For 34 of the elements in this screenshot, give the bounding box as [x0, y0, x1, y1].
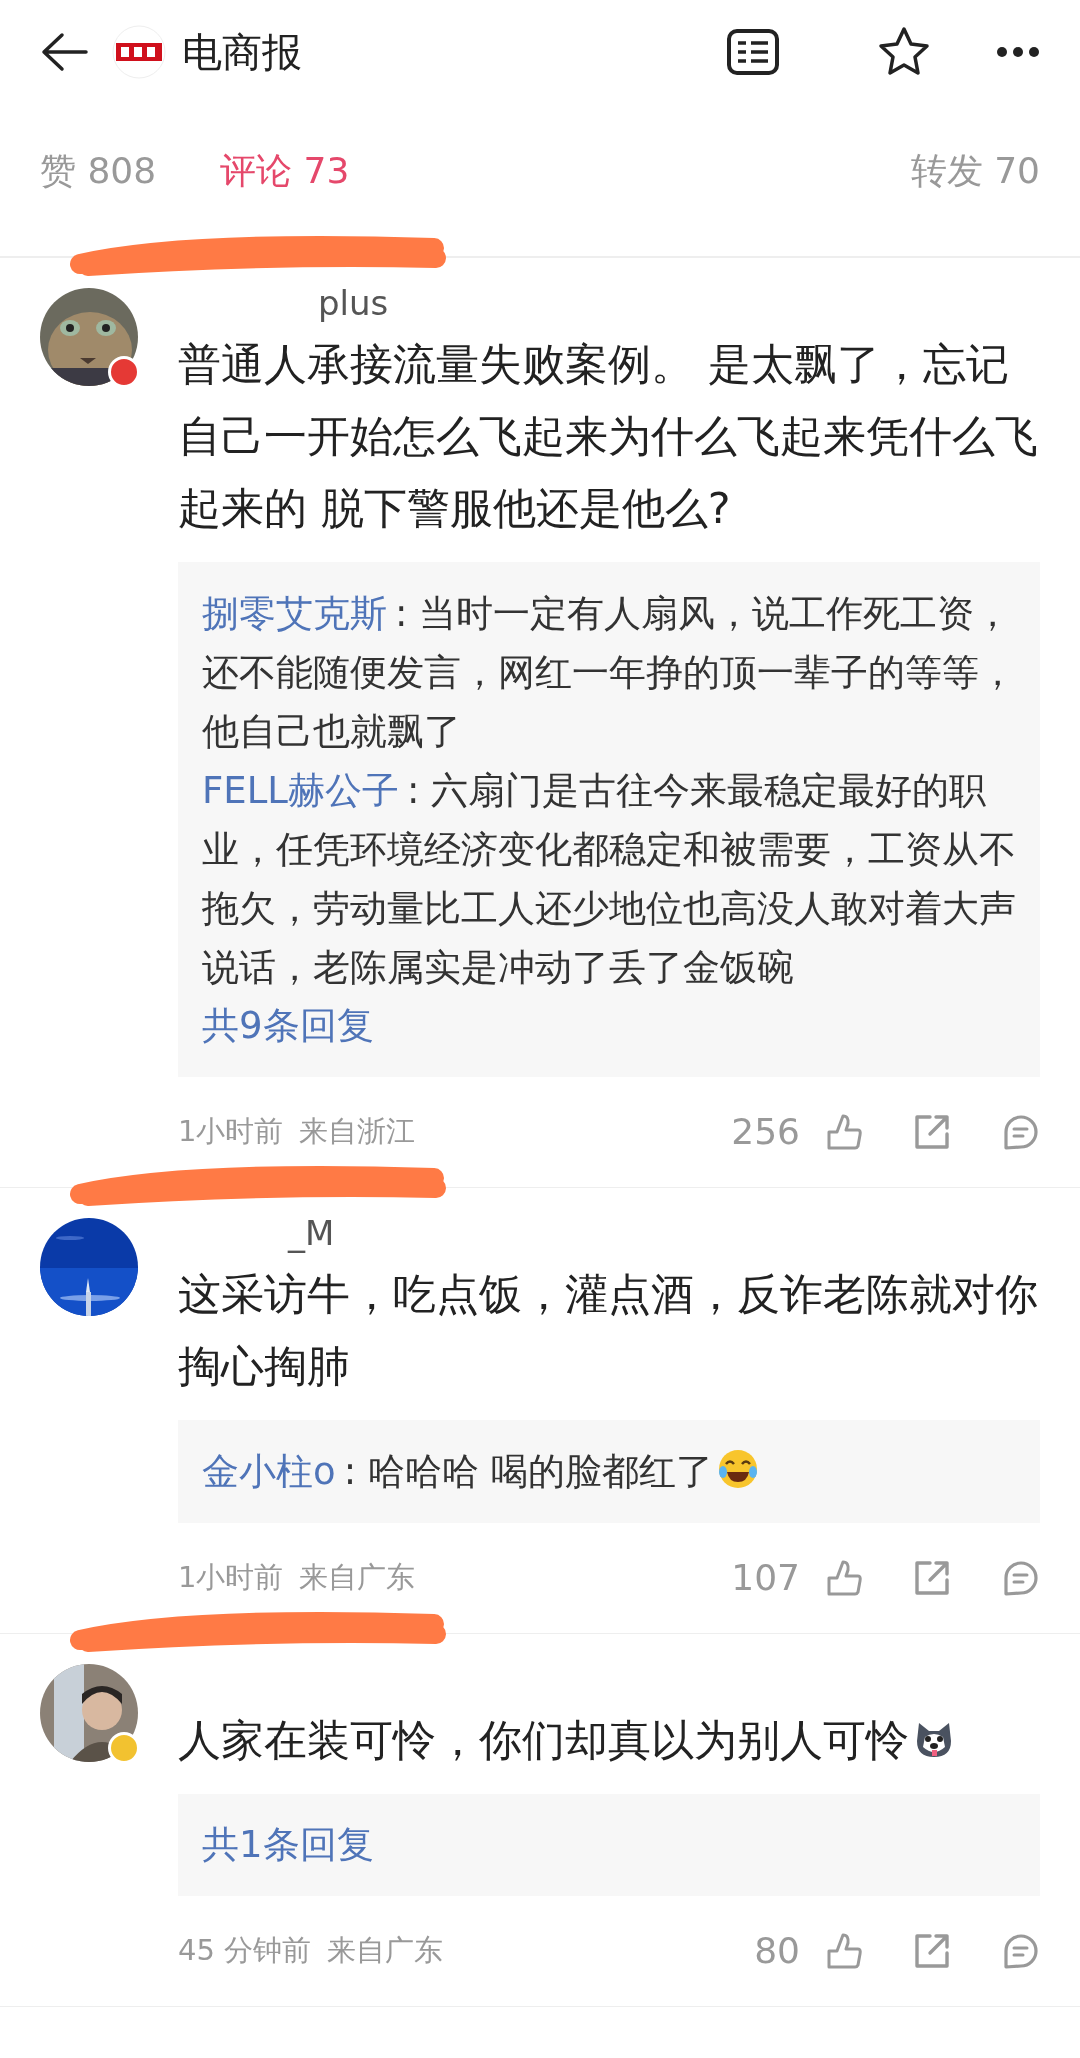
tab[interactable]: 转发 70 — [910, 144, 1040, 198]
reply-user-link[interactable]: 捌零艾克斯 — [202, 592, 387, 635]
comment-location: 来自广东 — [299, 1559, 417, 1597]
laughing-emoji-icon — [716, 1448, 759, 1490]
comment-location: 来自浙江 — [299, 1113, 417, 1151]
reply-text: 捌零艾克斯 : 当时一定有人扇风，说工作死工资，还不能随便发言，网红一年挣的顶一辈子的等等，他自己也就飘了 — [202, 591, 1017, 755]
tab[interactable]: 赞 808 — [40, 144, 157, 198]
comment-text: 人家在装可怜，你们却真以为别人可怜 — [178, 1704, 1040, 1776]
comment-text: 这采访牛，吃点饭，灌点酒，反诈老陈就对你掏心掏肺 — [178, 1268, 1039, 1393]
like-count: 80 — [754, 1929, 800, 1973]
comment-text: 普通人承接流量失败案例。 是太飘了，忘记自己一开始怎么飞起来为什么飞起来凭什么飞起来的 脱下警服他还是他么? — [178, 338, 1039, 535]
comment-time: 1小时前 — [178, 1559, 284, 1597]
page-title: 电商报 — [182, 28, 303, 77]
comment-time: 45 分钟前 — [178, 1932, 312, 1970]
logo-icon — [112, 25, 166, 79]
more-replies-link[interactable]: 共1条回复 — [202, 1816, 374, 1874]
reply-text: FELL赫公子 : 六扇门是古往今来最稳定最好的职业，任凭环境经济变化都稳定和被需要，工资从不拖欠，劳动量比工人还少地位也高没人敢对着大声说话，老陈属实是冲动了丢了金饭碗 — [202, 768, 1017, 991]
more-replies-link[interactable]: 共9条回复 — [202, 997, 374, 1055]
like-count: 256 — [731, 1110, 800, 1154]
comment-time: 1小时前 — [178, 1113, 284, 1151]
reply-user-link[interactable]: FELL赫公子 — [202, 769, 399, 812]
tab[interactable]: 评论 73 — [220, 144, 350, 198]
share-icon[interactable] — [912, 1558, 952, 1598]
list-icon[interactable] — [726, 28, 780, 76]
back-icon[interactable] — [40, 32, 88, 72]
more-icon[interactable] — [996, 46, 1040, 58]
share-icon[interactable] — [912, 1931, 952, 1971]
user-name[interactable]: plus — [318, 283, 389, 323]
reply-text: 金小柱o : 哈哈哈 喝的脸都红了 — [202, 1442, 1018, 1501]
comment-location: 来自广东 — [327, 1932, 445, 1970]
like-count: 107 — [731, 1556, 800, 1600]
reply-user-link[interactable]: 金小柱o — [202, 1450, 336, 1493]
user-name[interactable]: _M — [288, 1213, 335, 1253]
share-icon[interactable] — [912, 1112, 952, 1152]
